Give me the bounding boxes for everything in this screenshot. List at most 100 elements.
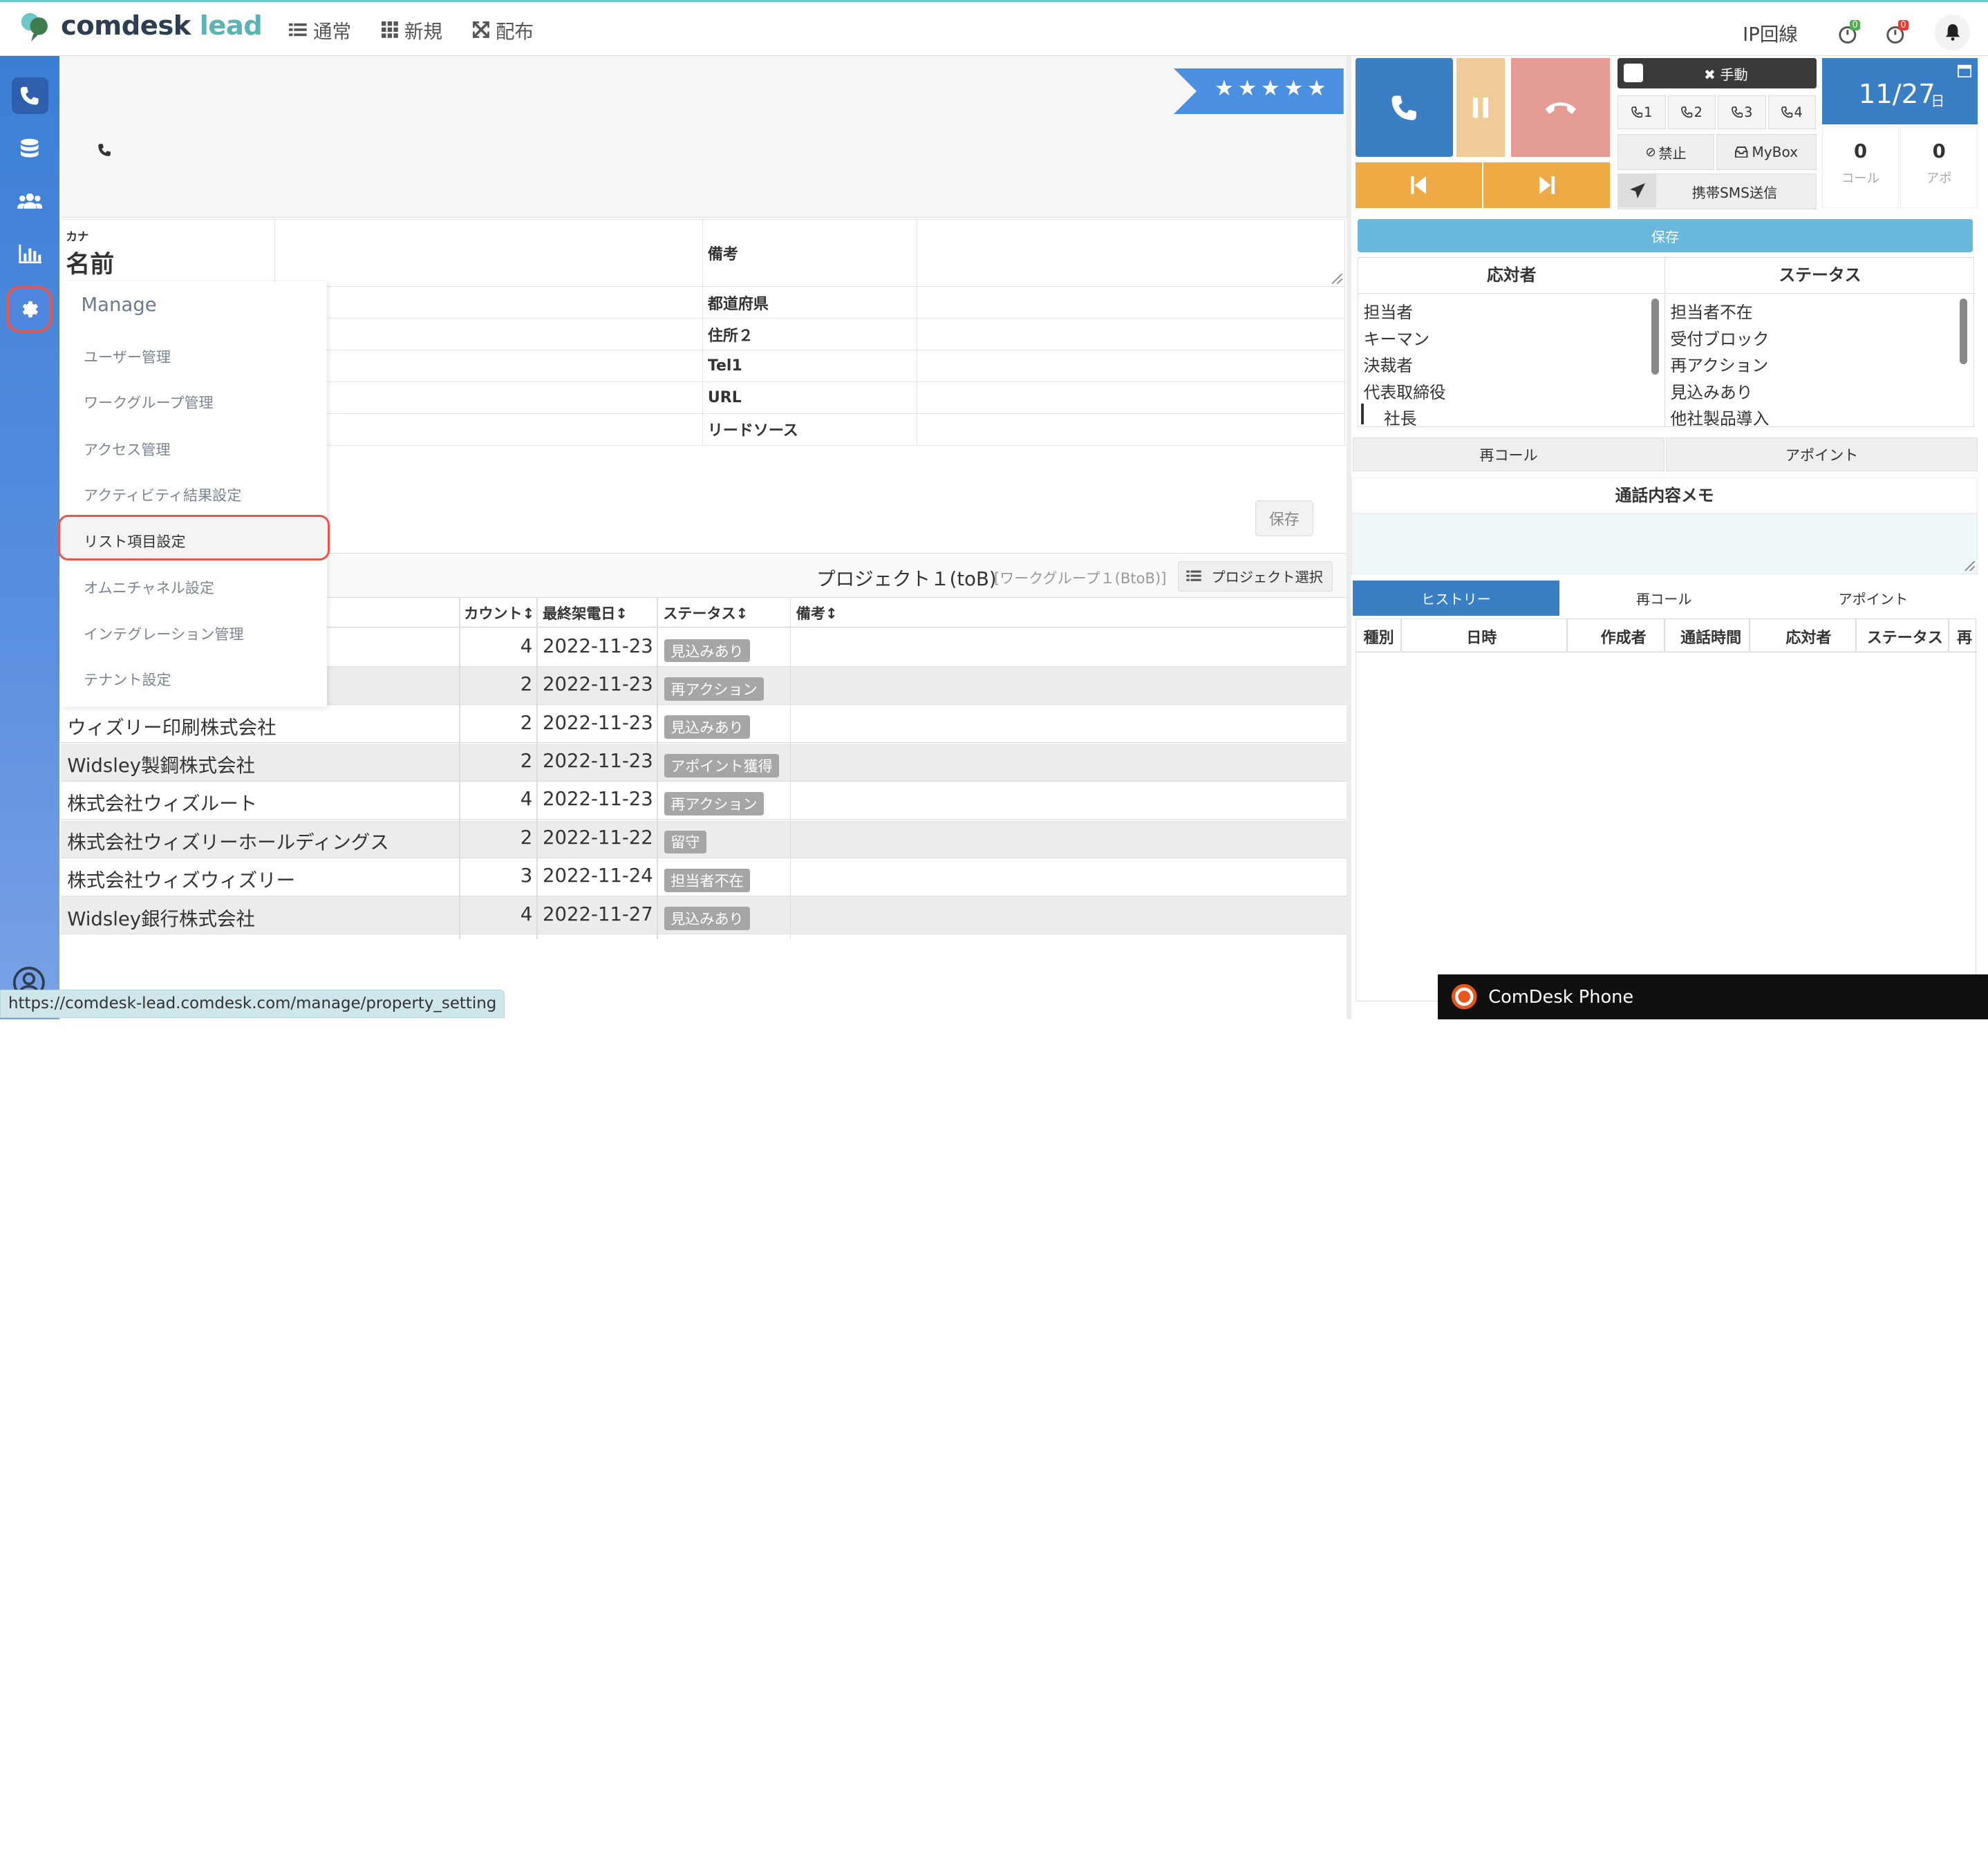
resize-handle-icon[interactable]: [1332, 274, 1342, 284]
prev-button[interactable]: [1355, 162, 1483, 208]
star-rating[interactable]: ★★★★★: [1215, 76, 1330, 101]
pane-splitter[interactable]: [1346, 55, 1352, 1019]
row-company-name[interactable]: Widsley銀行株式会社: [67, 903, 255, 931]
prop-value-address2[interactable]: [916, 318, 1346, 351]
line-button-2[interactable]: 2: [1667, 95, 1716, 130]
rating-ribbon[interactable]: ★★★★★: [1174, 68, 1344, 115]
history-col-status[interactable]: ステータス: [1867, 625, 1943, 648]
nav-distribute[interactable]: 配布: [473, 16, 534, 44]
responder-scrollbar[interactable]: [1651, 298, 1659, 375]
ip-line-label[interactable]: IP回線: [1743, 19, 1798, 46]
timer-status-2[interactable]: 0: [1886, 19, 1912, 46]
kana-label: カナ: [66, 230, 89, 244]
menu-item-workgroup-management[interactable]: ワークグループ管理: [84, 392, 214, 413]
responder-list[interactable]: 担当者キーマン 決裁者代表取締役 社長: [1358, 294, 1666, 429]
col-header-status[interactable]: ステータス↕: [663, 603, 748, 623]
nav-normal[interactable]: 通常: [289, 16, 351, 44]
history-col-type[interactable]: 種別: [1364, 625, 1394, 648]
mode-toggle[interactable]: ✖ 手動: [1617, 58, 1817, 89]
resize-handle-icon[interactable]: [1964, 560, 1975, 572]
table-row[interactable]: 株式会社ウィズルート 4 2022-11-23 再アクション: [61, 782, 1347, 820]
status-option[interactable]: 担当者不在: [1670, 299, 1752, 323]
sidebar-item-settings[interactable]: [6, 286, 53, 332]
hangup-button[interactable]: [1511, 58, 1611, 158]
tab-history[interactable]: ヒストリー: [1352, 581, 1559, 616]
menu-item-tenant-settings[interactable]: テナント設定: [84, 669, 171, 690]
menu-item-activity-result-settings[interactable]: アクティビティ結果設定: [84, 484, 241, 505]
line-number: 1: [1644, 104, 1653, 120]
skip-forward-icon: [1539, 176, 1555, 194]
menu-item-integration-management[interactable]: インテグレーション管理: [84, 623, 243, 644]
status-option[interactable]: 再アクション: [1670, 352, 1768, 376]
row-company-name[interactable]: 株式会社ウィズリーホールディングス: [67, 827, 389, 854]
history-col-creator[interactable]: 作成者: [1601, 625, 1647, 648]
table-row[interactable]: Widsley銀行株式会社 4 2022-11-27 見込みあり: [61, 896, 1347, 935]
line-button-4[interactable]: 4: [1767, 95, 1817, 130]
timer-status-1[interactable]: 0: [1838, 19, 1864, 46]
prop-value-prefecture[interactable]: [916, 286, 1346, 319]
nav-new[interactable]: 新規: [382, 16, 442, 44]
prohibit-button[interactable]: ⊘ 禁止: [1617, 134, 1714, 170]
col-header-count[interactable]: カウント↕: [464, 603, 534, 623]
prop-value-tel1[interactable]: [916, 350, 1346, 383]
appoint-button[interactable]: アポイント: [1665, 437, 1978, 472]
form-save-button[interactable]: 保存: [1255, 500, 1314, 536]
row-company-name[interactable]: 株式会社ウィズウィズリー: [67, 865, 295, 892]
status-option[interactable]: 受付ブロック: [1670, 326, 1769, 350]
col-header-memo[interactable]: 備考↕: [796, 603, 838, 623]
mybox-button[interactable]: MyBox: [1716, 134, 1817, 170]
status-option[interactable]: 他社製品導入: [1670, 405, 1769, 429]
menu-item-list-item-settings[interactable]: リスト項目設定: [84, 531, 186, 551]
sms-button[interactable]: 携帯SMS送信: [1617, 173, 1817, 209]
responder-option[interactable]: 担当者: [1364, 299, 1413, 323]
call-memo-textarea[interactable]: [1351, 513, 1978, 574]
sidebar-item-users[interactable]: [12, 182, 48, 219]
status-scrollbar[interactable]: [1959, 298, 1967, 365]
project-select-label: プロジェクト選択: [1211, 569, 1323, 586]
notification-button[interactable]: [1934, 15, 1971, 50]
history-col-responder[interactable]: 応対者: [1785, 625, 1831, 648]
sidebar-item-reports[interactable]: [12, 236, 48, 272]
row-company-name[interactable]: ウィズリー印刷株式会社: [67, 712, 276, 739]
responder-option[interactable]: 社長: [1384, 405, 1417, 429]
tab-recall[interactable]: 再コール: [1561, 581, 1767, 616]
next-button[interactable]: [1483, 162, 1611, 208]
pause-icon: [1473, 97, 1489, 118]
row-count: 4: [520, 788, 533, 811]
line-button-3[interactable]: 3: [1718, 95, 1766, 130]
tab-appoint[interactable]: アポイント: [1769, 581, 1978, 616]
menu-item-access-management[interactable]: アクセス管理: [84, 439, 170, 460]
responder-option[interactable]: 代表取締役: [1364, 379, 1446, 403]
row-company-name[interactable]: 株式会社ウィズルート: [67, 788, 257, 815]
row-company-name[interactable]: Widsley製鋼株式会社: [67, 750, 255, 777]
app-logo[interactable]: comdesk lead: [18, 10, 263, 43]
mode-checkbox[interactable]: [1624, 63, 1643, 83]
table-row[interactable]: 株式会社ウィズリーホールディングス 2 2022-11-22 留守: [61, 820, 1347, 858]
table-row[interactable]: Widsley製鋼株式会社 2 2022-11-23 アポイント獲得: [61, 743, 1347, 782]
chart-icon: [18, 244, 41, 264]
table-row[interactable]: ウィズリー印刷株式会社 2 2022-11-23 見込みあり: [61, 705, 1347, 744]
project-select-button[interactable]: プロジェクト選択: [1177, 560, 1333, 592]
prop-value-url[interactable]: [916, 381, 1346, 414]
table-row[interactable]: 株式会社ウィズウィズリー 3 2022-11-24 担当者不在: [61, 858, 1347, 897]
prop-value-lead-source[interactable]: [916, 413, 1346, 446]
call-button[interactable]: [1355, 58, 1453, 158]
status-list[interactable]: 担当者不在受付ブロック 再アクション 見込みあり 他社製品導入: [1665, 294, 1975, 429]
menu-item-user-management[interactable]: ユーザー管理: [84, 346, 171, 367]
line-button-1[interactable]: 1: [1617, 95, 1666, 130]
comdesk-phone-bar[interactable]: ComDesk Phone: [1437, 974, 1988, 1019]
history-col-recall[interactable]: 再: [1957, 625, 1972, 648]
col-header-last-call[interactable]: 最終架電日↕: [543, 603, 628, 623]
status-option[interactable]: 見込みあり: [1670, 379, 1752, 403]
menu-item-omnichannel-settings[interactable]: オムニチャネル設定: [84, 577, 214, 598]
history-col-datetime[interactable]: 日時: [1466, 625, 1497, 648]
responder-option[interactable]: キーマン: [1364, 326, 1429, 350]
hold-button[interactable]: [1456, 58, 1506, 158]
sidebar-item-database[interactable]: [12, 131, 48, 167]
recall-button[interactable]: 再コール: [1352, 437, 1665, 472]
row-status: 見込みあり: [664, 638, 750, 663]
phone-save-button[interactable]: 保存: [1358, 219, 1973, 252]
responder-option[interactable]: 決裁者: [1364, 352, 1413, 376]
sidebar-item-phone[interactable]: [11, 77, 48, 115]
history-col-duration[interactable]: 通話時間: [1680, 625, 1741, 648]
